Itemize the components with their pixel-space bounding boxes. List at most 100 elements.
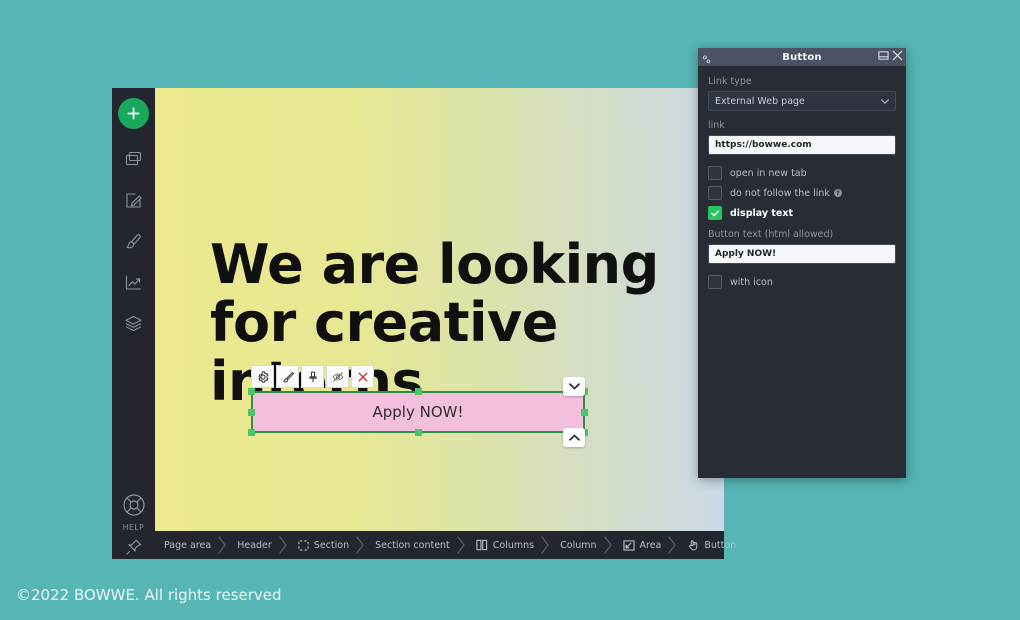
gear-icon <box>703 55 711 64</box>
breadcrumb-item-header[interactable]: Header <box>228 531 278 559</box>
button-text-input[interactable]: Apply NOW! <box>708 244 896 264</box>
delete-icon-button[interactable] <box>351 365 374 388</box>
display-text-label: display text <box>730 207 794 219</box>
chevron-right-icon <box>668 536 676 554</box>
open-new-tab-checkbox[interactable] <box>708 166 722 180</box>
chevron-right-icon <box>457 536 465 554</box>
chevron-right-icon <box>218 536 226 554</box>
minimize-icon <box>878 51 889 60</box>
link-type-value: External Web page <box>715 95 805 107</box>
sidebar-item-edit[interactable] <box>112 180 155 221</box>
move-down-button[interactable] <box>563 377 585 396</box>
brush-icon <box>126 234 141 249</box>
style-brush-button[interactable] <box>276 365 299 388</box>
breadcrumb-item-area[interactable]: Area <box>614 531 668 559</box>
breadcrumb-item-column[interactable]: Column <box>551 531 602 559</box>
display-text-checkbox[interactable] <box>708 206 722 220</box>
panel-minimize-button[interactable] <box>878 50 889 61</box>
breadcrumb-label: Button <box>704 539 737 551</box>
open-new-tab-label: open in new tab <box>730 167 807 179</box>
breadcrumb-label: Columns <box>492 539 535 551</box>
close-icon <box>358 372 367 381</box>
chevron-down-icon <box>568 383 580 390</box>
breadcrumb-label: Column <box>560 539 597 551</box>
move-up-button[interactable] <box>563 428 585 447</box>
left-sidebar: HELP <box>112 88 155 559</box>
sidebar-item-layers[interactable] <box>112 303 155 344</box>
button-hand-icon <box>689 540 698 551</box>
breadcrumb-separator <box>667 531 678 559</box>
resize-handle[interactable] <box>581 408 588 416</box>
chevron-right-icon <box>356 536 364 554</box>
display-text-row[interactable]: display text <box>708 204 896 222</box>
help-button[interactable]: HELP <box>112 492 155 532</box>
element-mini-toolbar <box>251 365 374 388</box>
resize-handle[interactable] <box>248 388 255 395</box>
nofollow-label: do not follow the link ? <box>730 188 842 199</box>
eye-off-icon <box>332 371 343 382</box>
with-icon-row[interactable]: with icon <box>708 273 896 291</box>
with-icon-label: with icon <box>730 276 773 288</box>
sidebar-item-analytics[interactable] <box>112 262 155 303</box>
breadcrumb: Page area Header Section Section content… <box>155 531 736 559</box>
resize-handle[interactable] <box>248 408 255 416</box>
breadcrumb-separator <box>456 531 467 559</box>
settings-icon <box>257 370 268 383</box>
breadcrumb-item-button[interactable]: Button <box>678 531 742 559</box>
nofollow-text: do not follow the link <box>730 187 830 199</box>
panel-title: Button <box>782 51 822 63</box>
life-ring-icon <box>122 494 145 516</box>
pages-icon <box>125 151 142 166</box>
button-settings-panel: Button Link type External Web page link … <box>698 48 906 478</box>
breadcrumb-separator <box>603 531 614 559</box>
copyright-footer: ©2022 BOWWE. All rights reserved <box>16 586 282 604</box>
pin-toggle[interactable] <box>112 535 155 559</box>
breadcrumb-item-columns[interactable]: Columns <box>467 531 540 559</box>
breadcrumb-separator <box>278 531 289 559</box>
breadcrumb-item-section[interactable]: Section <box>289 531 355 559</box>
design-canvas[interactable]: We are looking for creative interns <box>155 88 724 531</box>
editor-shell: HELP We are looking for creative interns <box>112 88 736 559</box>
section-icon <box>298 539 309 551</box>
pin-icon-button[interactable] <box>301 365 324 388</box>
link-label: link <box>708 120 725 131</box>
selected-element[interactable]: Apply NOW! <box>248 377 588 447</box>
resize-handle[interactable] <box>414 388 422 395</box>
button-text-label: Button text (html allowed) <box>708 229 834 240</box>
breadcrumb-label: Area <box>639 539 662 551</box>
edit-icon <box>126 193 142 208</box>
add-element-button[interactable] <box>118 98 149 129</box>
close-icon <box>892 50 903 61</box>
link-type-select[interactable]: External Web page <box>708 91 896 111</box>
pin-icon <box>125 539 141 555</box>
sidebar-item-design[interactable] <box>112 221 155 262</box>
link-type-label: Link type <box>708 76 752 87</box>
chevron-right-icon <box>541 536 549 554</box>
hide-icon-button[interactable] <box>326 365 349 388</box>
breadcrumb-label: Section content <box>375 539 450 551</box>
settings-icon-button[interactable] <box>251 365 274 388</box>
resize-handle[interactable] <box>248 429 255 436</box>
link-input[interactable]: https://bowwe.com <box>708 135 896 155</box>
columns-icon <box>476 539 487 551</box>
open-new-tab-row[interactable]: open in new tab <box>708 164 896 182</box>
help-icon[interactable]: ? <box>833 189 842 197</box>
link-value: https://bowwe.com <box>715 140 812 150</box>
nofollow-row[interactable]: do not follow the link ? <box>708 184 896 202</box>
breadcrumb-separator <box>355 531 366 559</box>
area-icon <box>622 539 635 551</box>
panel-close-button[interactable] <box>892 50 903 61</box>
breadcrumb-label: Section <box>313 539 350 551</box>
with-icon-checkbox[interactable] <box>708 275 722 289</box>
button-text-value: Apply NOW! <box>715 249 777 259</box>
chevron-right-icon <box>279 536 287 554</box>
panel-title-bar[interactable]: Button <box>698 48 906 66</box>
breadcrumb-item-page-area[interactable]: Page area <box>155 531 217 559</box>
breadcrumb-label: Header <box>237 539 272 551</box>
nofollow-checkbox[interactable] <box>708 186 722 200</box>
breadcrumb-item-section-content[interactable]: Section content <box>366 531 456 559</box>
resize-handle[interactable] <box>414 429 422 436</box>
panel-gear-icon[interactable] <box>702 51 713 70</box>
sidebar-item-pages[interactable] <box>112 139 155 180</box>
pin-icon <box>308 371 317 382</box>
